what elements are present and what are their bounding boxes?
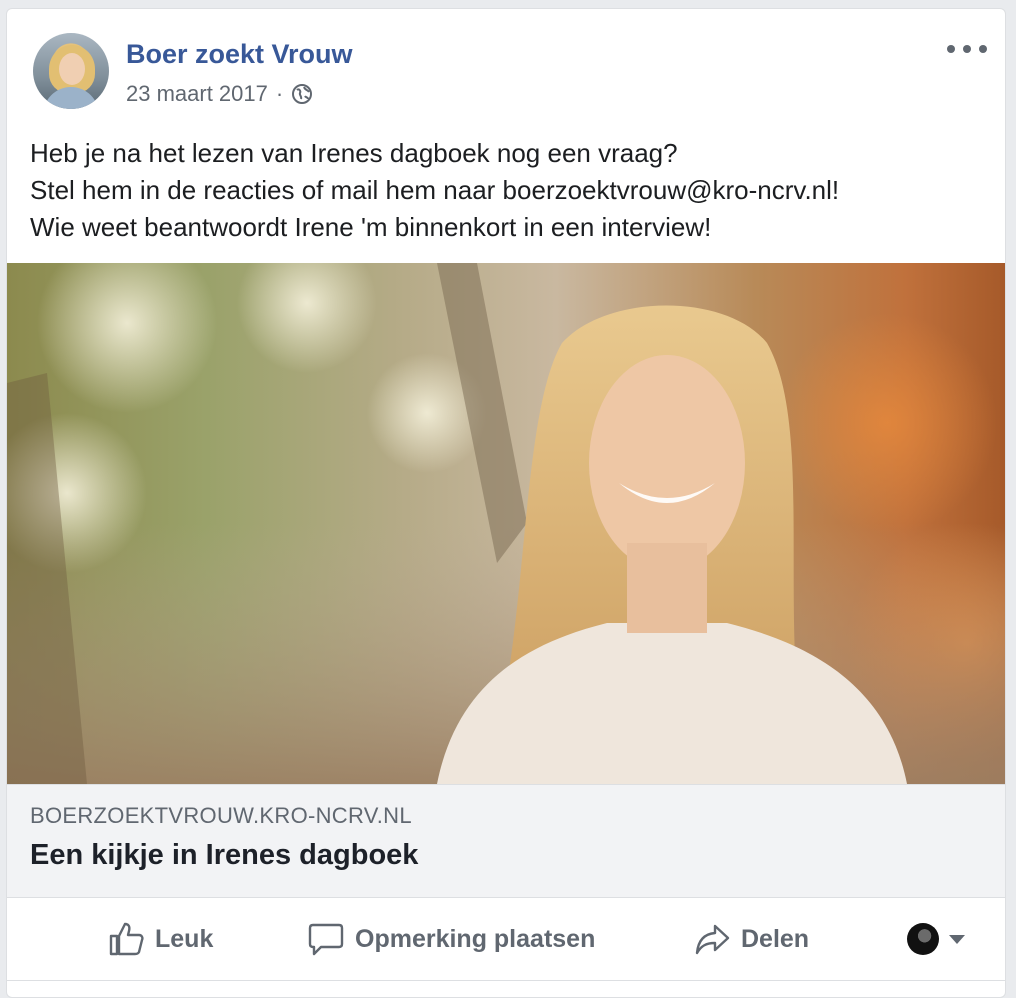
- post-text-line: Wie weet beantwoordt Irene 'm binnenkort…: [30, 212, 712, 242]
- avatar-shoulders: [43, 87, 99, 109]
- link-preview[interactable]: BOERZOEKTVROUW.KRO-NCRV.NL Een kijkje in…: [7, 263, 1005, 898]
- thumbs-up-icon: [107, 920, 145, 958]
- comment-button[interactable]: Opmerking plaatsen: [307, 898, 595, 980]
- post-text-line: Stel hem in de reacties of mail hem naar…: [30, 175, 840, 205]
- caret-down-icon: [949, 934, 965, 944]
- profile-avatar: [907, 923, 939, 955]
- dot-icon: [947, 45, 955, 53]
- post-as-selector[interactable]: [907, 898, 965, 980]
- post-meta: 23 maart 2017 ·: [126, 81, 313, 107]
- share-icon: [693, 920, 731, 958]
- comment-label: Opmerking plaatsen: [355, 924, 596, 953]
- post-header: Boer zoekt Vrouw 23 maart 2017 ·: [7, 9, 1005, 119]
- meta-separator: ·: [275, 81, 284, 106]
- preview-image[interactable]: [7, 263, 1005, 784]
- post-card: Boer zoekt Vrouw 23 maart 2017 · Heb je …: [6, 8, 1006, 998]
- post-text-line: Heb je na het lezen van Irenes dagboek n…: [30, 138, 678, 168]
- globe-icon[interactable]: [291, 83, 313, 105]
- action-bar: Leuk Opmerking plaatsen Delen: [7, 898, 1005, 981]
- page-avatar[interactable]: [33, 33, 109, 109]
- like-label: Leuk: [155, 924, 214, 953]
- share-button[interactable]: Delen: [693, 898, 809, 980]
- page-name-link[interactable]: Boer zoekt Vrouw: [126, 39, 353, 70]
- link-domain: BOERZOEKTVROUW.KRO-NCRV.NL: [30, 803, 412, 828]
- more-options-button[interactable]: [947, 37, 987, 61]
- share-label: Delen: [741, 924, 810, 953]
- dot-icon: [979, 45, 987, 53]
- post-message: Heb je na het lezen van Irenes dagboek n…: [30, 135, 985, 246]
- like-button[interactable]: Leuk: [107, 898, 213, 980]
- avatar-face: [59, 53, 85, 85]
- comment-icon: [307, 920, 345, 958]
- preview-meta[interactable]: BOERZOEKTVROUW.KRO-NCRV.NL Een kijkje in…: [7, 784, 1005, 898]
- dot-icon: [963, 45, 971, 53]
- link-title[interactable]: Een kijkje in Irenes dagboek: [30, 839, 418, 872]
- post-date[interactable]: 23 maart 2017: [126, 81, 268, 107]
